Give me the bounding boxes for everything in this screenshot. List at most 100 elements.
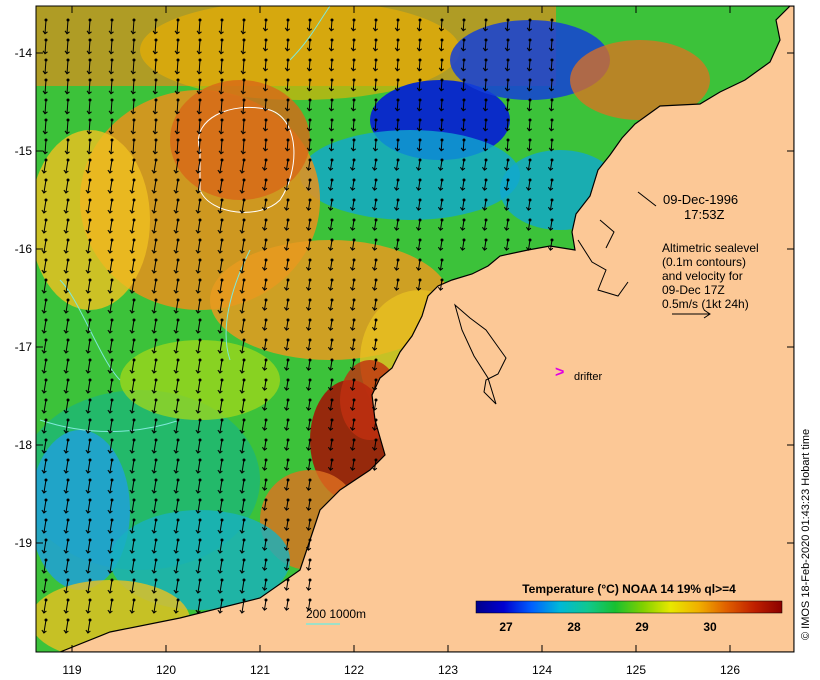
arrow-origin <box>352 138 356 142</box>
arrow-origin <box>44 358 48 362</box>
arrow-origin <box>550 78 554 82</box>
arrow-origin <box>264 238 268 242</box>
arrow-origin <box>418 58 422 62</box>
arrow-origin <box>132 38 136 42</box>
arrow-origin <box>308 18 312 22</box>
arrow-origin <box>484 78 488 82</box>
arrow-origin <box>66 498 70 502</box>
arrow-origin <box>154 78 158 82</box>
arrow-origin <box>176 58 180 62</box>
x-tick-label: 125 <box>625 663 647 677</box>
arrow-origin <box>44 378 48 382</box>
arrow-origin <box>308 218 312 222</box>
arrow-origin <box>110 538 114 542</box>
arrow-origin <box>418 118 422 122</box>
arrow-origin <box>550 198 554 202</box>
arrow-origin <box>44 78 48 82</box>
arrow-origin <box>330 378 334 382</box>
arrow-origin <box>110 338 114 342</box>
arrow-origin <box>88 78 92 82</box>
arrow-origin <box>44 278 48 282</box>
arrow-origin <box>132 138 136 142</box>
arrow-origin <box>66 158 70 162</box>
arrow-origin <box>154 478 158 482</box>
arrow-origin <box>176 598 180 602</box>
arrow-origin <box>44 158 48 162</box>
arrow-origin <box>242 358 246 362</box>
arrow-origin <box>44 558 48 562</box>
arrow-origin <box>286 258 290 262</box>
arrow-origin <box>374 98 378 102</box>
arrow-origin <box>110 498 114 502</box>
y-tick-label: -18 <box>14 438 32 452</box>
arrow-origin <box>396 158 400 162</box>
arrow-origin <box>88 438 92 442</box>
arrow-origin <box>66 538 70 542</box>
arrow-origin <box>66 238 70 242</box>
arrow-origin <box>176 298 180 302</box>
arrow-origin <box>286 158 290 162</box>
arrow-origin <box>286 18 290 22</box>
arrow-origin <box>352 118 356 122</box>
arrow-origin <box>242 158 246 162</box>
arrow-origin <box>308 598 312 602</box>
arrow-origin <box>484 178 488 182</box>
arrow-origin <box>110 358 114 362</box>
arrow-origin <box>176 358 180 362</box>
arrow-origin <box>308 198 312 202</box>
arrow-origin <box>88 298 92 302</box>
arrow-origin <box>132 538 136 542</box>
arrow-origin <box>330 118 334 122</box>
arrow-origin <box>154 258 158 262</box>
arrow-origin <box>264 158 268 162</box>
arrow-origin <box>242 438 246 442</box>
arrow-origin <box>242 598 246 602</box>
arrow-origin <box>440 238 444 242</box>
arrow-origin <box>154 578 158 582</box>
arrow-origin <box>396 78 400 82</box>
arrow-origin <box>440 118 444 122</box>
arrow-origin <box>110 458 114 462</box>
arrow-origin <box>154 98 158 102</box>
arrow-origin <box>550 118 554 122</box>
arrow-origin <box>176 258 180 262</box>
arrow-origin <box>440 198 444 202</box>
arrow-origin <box>242 38 246 42</box>
arrow-origin <box>132 438 136 442</box>
arrow-origin <box>330 398 334 402</box>
arrow-origin <box>176 158 180 162</box>
arrow-origin <box>308 298 312 302</box>
arrow-origin <box>198 478 202 482</box>
arrow-origin <box>198 418 202 422</box>
arrow-origin <box>462 178 466 182</box>
arrow-origin <box>132 398 136 402</box>
arrow-origin <box>44 58 48 62</box>
arrow-origin <box>352 298 356 302</box>
arrow-origin <box>418 78 422 82</box>
arrow-origin <box>528 18 532 22</box>
arrow-origin <box>286 538 290 542</box>
arrow-origin <box>264 438 268 442</box>
arrow-origin <box>264 78 268 82</box>
arrow-origin <box>154 158 158 162</box>
arrow-origin <box>528 58 532 62</box>
arrow-origin <box>44 618 48 622</box>
altimetry-legend: Altimetric sealevel (0.1m contours) and … <box>662 241 792 311</box>
arrow-origin <box>110 38 114 42</box>
arrow-origin <box>198 598 202 602</box>
arrow-origin <box>550 218 554 222</box>
arrow-origin <box>198 438 202 442</box>
arrow-origin <box>132 358 136 362</box>
arrow-origin <box>308 178 312 182</box>
arrow-origin <box>154 38 158 42</box>
arrow-origin <box>462 118 466 122</box>
arrow-origin <box>550 178 554 182</box>
arrow-origin <box>374 78 378 82</box>
arrow-origin <box>374 298 378 302</box>
arrow-origin <box>264 198 268 202</box>
arrow-origin <box>132 498 136 502</box>
arrow-origin <box>176 18 180 22</box>
x-tick-label: 126 <box>719 663 741 677</box>
sst-map <box>35 5 795 653</box>
arrow-origin <box>198 458 202 462</box>
